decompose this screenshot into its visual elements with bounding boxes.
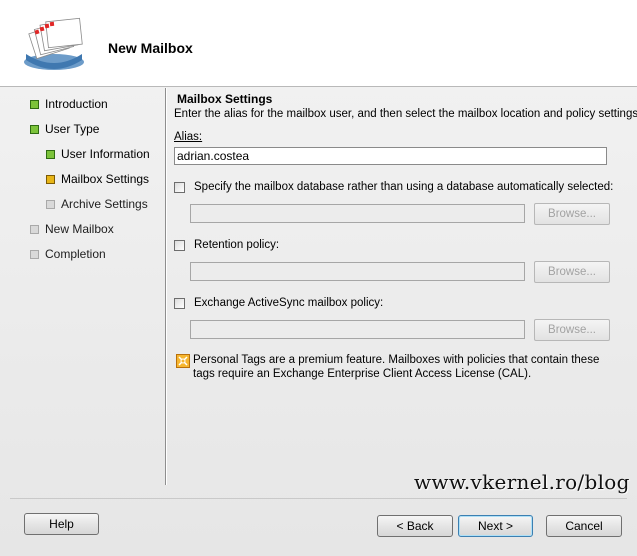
specify-database-checkbox[interactable] — [174, 181, 185, 193]
nav-step-label: New Mailbox — [45, 222, 114, 236]
nav-step-completion[interactable]: Completion — [30, 245, 106, 263]
nav-step-mailbox-settings[interactable]: Mailbox Settings — [46, 170, 149, 188]
mailbox-stack-icon — [24, 17, 84, 70]
activesync-policy-browse-button[interactable]: Browse... — [534, 319, 610, 341]
back-button[interactable]: < Back — [377, 515, 453, 537]
nav-step-label: Mailbox Settings — [61, 172, 150, 186]
retention-policy-label: Retention policy: — [194, 239, 280, 251]
info-message: Personal Tags are a premium feature. Mai… — [193, 354, 600, 380]
nav-step-archive-settings[interactable]: Archive Settings — [46, 195, 148, 213]
alias-label-text: Alias: — [174, 131, 203, 143]
section-title: Mailbox Settings — [177, 92, 273, 106]
retention-policy-checkbox[interactable] — [174, 239, 185, 251]
nav-divider — [165, 88, 166, 485]
nav-step-label: Completion — [45, 247, 106, 261]
activesync-policy-field — [190, 320, 525, 339]
new-mailbox-wizard: New Mailbox Introduction User Type User … — [0, 0, 637, 556]
retention-policy-browse-button[interactable]: Browse... — [534, 261, 610, 283]
nav-step-label: Archive Settings — [61, 197, 148, 211]
help-button[interactable]: Help — [24, 513, 99, 535]
activesync-policy-option[interactable]: Exchange ActiveSync mailbox policy: — [174, 297, 383, 309]
nav-step-label: User Type — [45, 122, 100, 136]
specify-database-option[interactable]: Specify the mailbox database rather than… — [174, 181, 613, 193]
wizard-header: New Mailbox — [0, 0, 637, 87]
step-complete-icon — [30, 99, 39, 109]
nav-step-user-information[interactable]: User Information — [46, 145, 150, 163]
retention-policy-field — [190, 262, 525, 281]
activesync-policy-label: Exchange ActiveSync mailbox policy: — [194, 297, 384, 309]
step-pending-icon — [30, 224, 39, 234]
section-description: Enter the alias for the mailbox user, an… — [174, 108, 637, 120]
next-button[interactable]: Next > — [458, 515, 533, 537]
alias-label: Alias: — [174, 131, 202, 143]
step-pending-icon — [46, 199, 55, 209]
wizard-title: New Mailbox — [108, 40, 193, 56]
nav-step-label: Introduction — [45, 97, 108, 111]
step-pending-icon — [30, 249, 39, 259]
step-current-icon — [46, 174, 55, 184]
step-complete-icon — [30, 124, 39, 134]
alias-input[interactable] — [174, 147, 607, 165]
cancel-button[interactable]: Cancel — [546, 515, 622, 537]
database-field — [190, 204, 525, 223]
nav-step-new-mailbox[interactable]: New Mailbox — [30, 220, 114, 238]
nav-step-introduction[interactable]: Introduction — [30, 95, 108, 113]
step-complete-icon — [46, 149, 55, 159]
nav-step-label: User Information — [61, 147, 150, 161]
blog-watermark: www.vkernel.ro/blog — [414, 470, 630, 494]
database-browse-button[interactable]: Browse... — [534, 203, 610, 225]
retention-policy-option[interactable]: Retention policy: — [174, 239, 279, 251]
nav-step-user-type[interactable]: User Type — [30, 120, 99, 138]
footer-divider — [10, 498, 627, 499]
info-warning-icon — [176, 354, 190, 368]
wizard-step-nav: Introduction User Type User Information … — [0, 87, 165, 487]
activesync-policy-checkbox[interactable] — [174, 297, 185, 309]
specify-database-label: Specify the mailbox database rather than… — [194, 181, 614, 193]
